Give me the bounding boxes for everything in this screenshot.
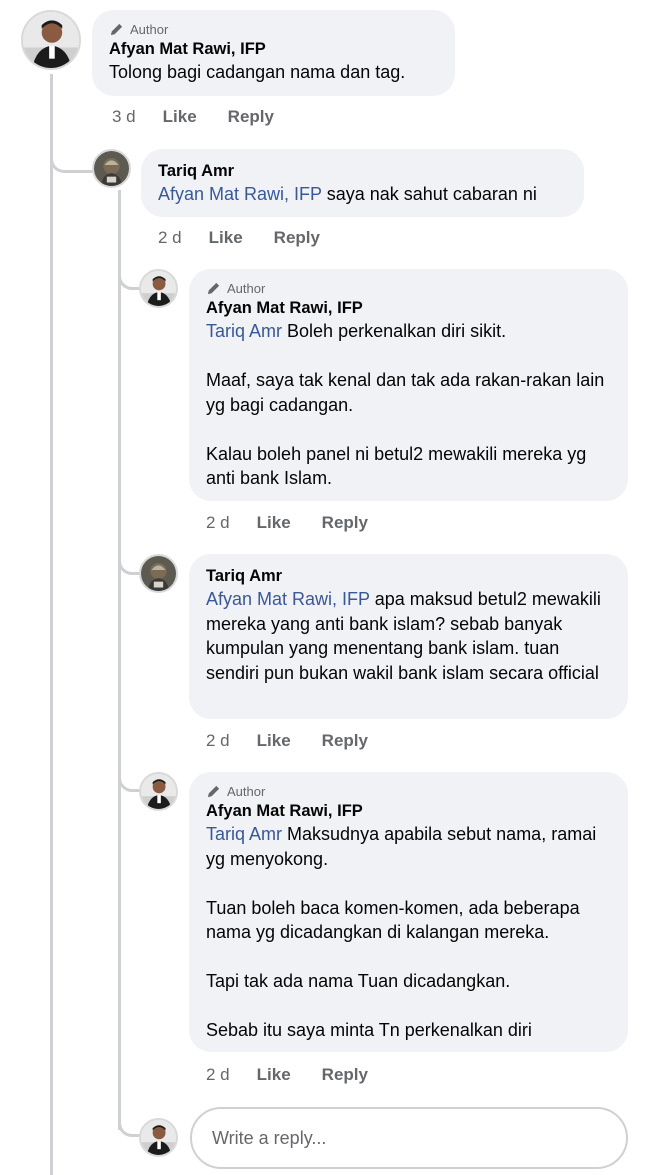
reply-input-container[interactable] <box>190 1107 628 1169</box>
reply-button[interactable]: Reply <box>274 228 320 248</box>
avatar[interactable] <box>139 269 178 308</box>
comment-time[interactable]: 3 d <box>112 107 136 127</box>
comment-actions: 2 d Like Reply <box>158 228 351 248</box>
reply-button[interactable]: Reply <box>322 731 368 751</box>
comment-text: Afyan Mat Rawi, IFP saya nak sahut cabar… <box>158 182 567 207</box>
comment-bubble: Author Afyan Mat Rawi, IFP Tariq Amr Bol… <box>189 269 628 501</box>
avatar[interactable] <box>139 554 178 593</box>
comment-bubble: Tariq Amr Afyan Mat Rawi, IFP saya nak s… <box>141 149 584 217</box>
like-button[interactable]: Like <box>257 731 291 751</box>
comment-time[interactable]: 2 d <box>206 731 230 751</box>
thread-connector-1 <box>50 140 94 173</box>
avatar[interactable] <box>92 149 131 188</box>
reply-button[interactable]: Reply <box>322 1065 368 1085</box>
comment-time[interactable]: 2 d <box>158 228 182 248</box>
author-badge-label: Author <box>227 281 266 296</box>
reply-button[interactable]: Reply <box>322 513 368 533</box>
comment-actions: 2 d Like Reply <box>206 1065 399 1085</box>
comment-time[interactable]: 2 d <box>206 513 230 533</box>
thread-line-sub <box>118 190 121 1130</box>
avatar[interactable] <box>21 10 81 70</box>
author-badge: Author <box>109 21 438 38</box>
comment-bubble: Tariq Amr Afyan Mat Rawi, IFP apa maksud… <box>189 554 628 719</box>
like-button[interactable]: Like <box>257 513 291 533</box>
author-badge-label: Author <box>130 22 169 37</box>
thread-connector-5 <box>118 1107 140 1137</box>
comment-text: Tariq Amr Maksudnya apabila sebut nama, … <box>206 822 611 1043</box>
avatar[interactable] <box>139 772 178 811</box>
comment-bubble: Author Afyan Mat Rawi, IFP Tolong bagi c… <box>92 10 455 96</box>
author-badge: Author <box>206 280 611 297</box>
author-badge: Author <box>206 783 611 800</box>
thread-line-main <box>50 74 53 1175</box>
commenter-name[interactable]: Afyan Mat Rawi, IFP <box>206 298 611 319</box>
commenter-name[interactable]: Tariq Amr <box>158 161 567 182</box>
comment-actions: 2 d Like Reply <box>206 731 399 751</box>
comment-actions: 3 d Like Reply <box>112 107 305 127</box>
comment-actions: 2 d Like Reply <box>206 513 399 533</box>
like-button[interactable]: Like <box>257 1065 291 1085</box>
like-button[interactable]: Like <box>163 107 197 127</box>
mention-link[interactable]: Tariq Amr <box>206 321 282 341</box>
commenter-name[interactable]: Afyan Mat Rawi, IFP <box>206 801 611 822</box>
comment-bubble: Author Afyan Mat Rawi, IFP Tariq Amr Mak… <box>189 772 628 1052</box>
comment-body: Maksudnya apabila sebut nama, ramai yg m… <box>206 824 597 1040</box>
pencil-icon <box>207 282 220 295</box>
reply-input[interactable] <box>210 1126 626 1150</box>
comment-body: Tolong bagi cadangan nama dan tag. <box>109 62 406 82</box>
pencil-icon <box>207 785 220 798</box>
like-button[interactable]: Like <box>209 228 243 248</box>
comment-time[interactable]: 2 d <box>206 1065 230 1085</box>
mention-link[interactable]: Afyan Mat Rawi, IFP <box>158 184 322 204</box>
mention-link[interactable]: Afyan Mat Rawi, IFP <box>206 589 370 609</box>
thread-connector-4 <box>118 762 140 792</box>
pencil-icon <box>110 23 123 36</box>
thread-connector-3 <box>118 545 140 575</box>
current-user-avatar <box>139 1118 178 1157</box>
reply-button[interactable]: Reply <box>228 107 274 127</box>
comment-text: Tariq Amr Boleh perkenalkan diri sikit. … <box>206 319 611 491</box>
thread-connector-2 <box>118 260 140 290</box>
comment-text: Afyan Mat Rawi, IFP apa maksud betul2 me… <box>206 587 611 685</box>
author-badge-label: Author <box>227 784 266 799</box>
mention-link[interactable]: Tariq Amr <box>206 824 282 844</box>
commenter-name[interactable]: Tariq Amr <box>206 566 611 587</box>
commenter-name[interactable]: Afyan Mat Rawi, IFP <box>109 39 438 60</box>
comment-text: Tolong bagi cadangan nama dan tag. <box>109 60 438 85</box>
comment-body: saya nak sahut cabaran ni <box>321 184 537 204</box>
comment-body: Boleh perkenalkan diri sikit. Maaf, saya… <box>206 321 605 488</box>
